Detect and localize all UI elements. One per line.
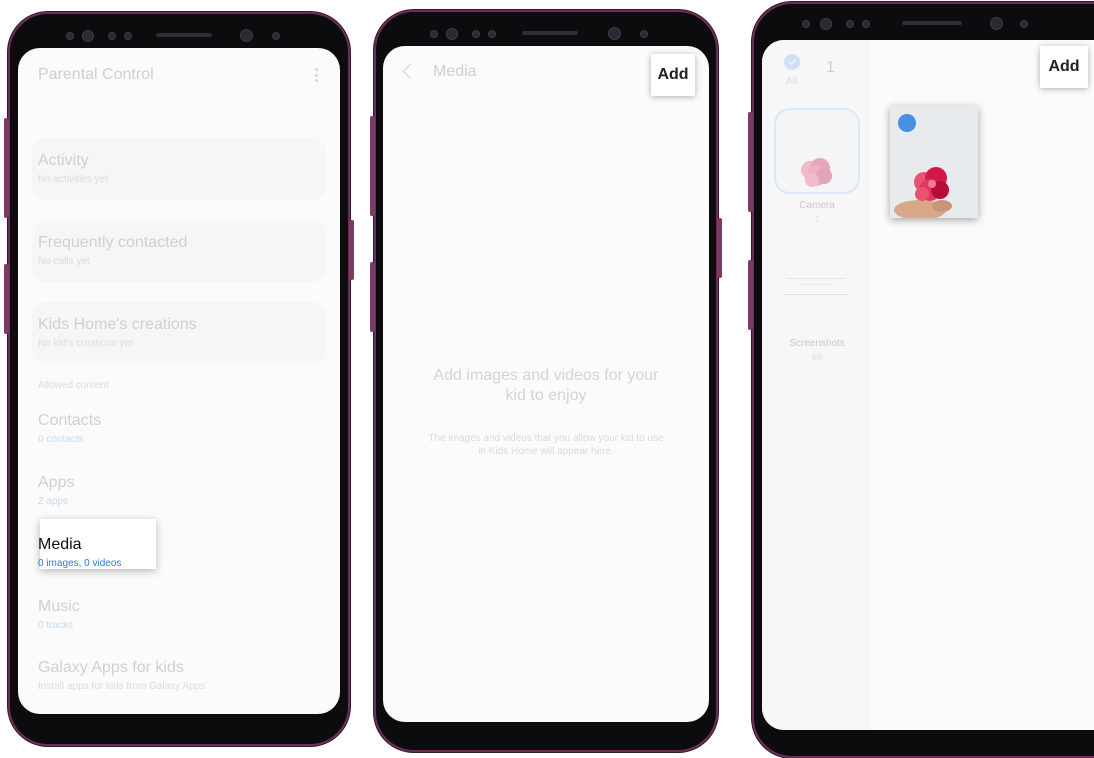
check-icon bbox=[788, 57, 796, 65]
sensor-icon bbox=[66, 32, 74, 40]
activity-subtitle: No activities yet bbox=[38, 174, 109, 185]
media-subtitle: 0 images, 0 videos bbox=[38, 558, 122, 569]
phone-album-picker: All 1 Add Camera 1 Screenshots 69 bbox=[748, 2, 1094, 758]
contacts-title: Contacts bbox=[38, 412, 102, 429]
side-button bbox=[349, 220, 354, 280]
screen: Media Add Add images and videos for your… bbox=[383, 46, 709, 722]
selected-indicator[interactable] bbox=[898, 114, 916, 132]
frequent-subtitle: No calls yet bbox=[38, 256, 90, 267]
side-button bbox=[717, 218, 722, 278]
activity-item[interactable]: Activity No activities yet bbox=[38, 152, 320, 185]
music-subtitle: 0 tracks bbox=[38, 620, 74, 631]
earpiece-speaker bbox=[522, 31, 578, 35]
flower-thumbnail bbox=[801, 158, 832, 187]
earpiece-speaker bbox=[902, 21, 962, 25]
sensor-icon bbox=[846, 20, 854, 28]
more-vertical-icon[interactable] bbox=[315, 68, 318, 82]
sensor-icon bbox=[446, 28, 458, 40]
frequently-contacted-item[interactable]: Frequently contacted No calls yet bbox=[38, 234, 320, 267]
album-count: 69 bbox=[811, 352, 822, 362]
sensor-icon bbox=[108, 32, 116, 40]
front-camera-icon bbox=[990, 17, 1003, 30]
empty-state-title: Add images and videos for your kid to en… bbox=[433, 367, 659, 404]
contacts-subtitle: 0 contacts bbox=[38, 434, 84, 445]
front-camera-icon bbox=[608, 27, 621, 40]
side-button bbox=[370, 262, 375, 332]
side-button bbox=[748, 260, 753, 330]
empty-state-subtitle: The images and videos that you allow you… bbox=[428, 433, 664, 457]
sensor-icon bbox=[640, 30, 648, 38]
allowed-content-header: Allowed content bbox=[38, 380, 109, 391]
album-camera[interactable] bbox=[774, 108, 860, 194]
phone-media-empty: Media Add Add images and videos for your… bbox=[370, 10, 722, 752]
front-camera-icon bbox=[240, 29, 253, 42]
creations-item[interactable]: Kids Home's creations No kid's creations… bbox=[38, 316, 320, 349]
side-button bbox=[4, 264, 9, 334]
activity-title: Activity bbox=[38, 152, 89, 169]
album-screenshots[interactable] bbox=[780, 264, 852, 314]
sensor-icon bbox=[862, 20, 870, 28]
apps-item[interactable]: Apps 2 apps bbox=[38, 474, 320, 507]
apps-subtitle: 2 apps bbox=[38, 496, 69, 507]
sensor-icon bbox=[472, 30, 480, 38]
sensor-icon bbox=[1020, 20, 1028, 28]
galaxy-subtitle: Install apps for kids from Galaxy Apps bbox=[38, 681, 206, 692]
side-button bbox=[370, 116, 375, 216]
sensor-icon bbox=[802, 20, 810, 28]
side-button bbox=[4, 118, 9, 218]
media-title: Media bbox=[38, 536, 82, 553]
sensor-icon bbox=[82, 30, 94, 42]
page-title: Media bbox=[433, 63, 477, 80]
select-all-checkbox[interactable] bbox=[784, 54, 800, 70]
frequent-title: Frequently contacted bbox=[38, 234, 188, 251]
earpiece-speaker bbox=[156, 33, 212, 37]
sensor-icon bbox=[430, 30, 438, 38]
screen: Parental Control Activity No activities … bbox=[18, 48, 340, 714]
add-button[interactable]: Add bbox=[1040, 46, 1088, 88]
album-count: 1 bbox=[814, 214, 820, 224]
album-name: Camera bbox=[799, 200, 835, 211]
apps-title: Apps bbox=[38, 474, 75, 491]
music-item[interactable]: Music 0 tracks bbox=[38, 598, 320, 631]
sensor-icon bbox=[124, 32, 132, 40]
screen: All 1 Add Camera 1 Screenshots 69 bbox=[762, 40, 1094, 730]
page-title: Parental Control bbox=[38, 66, 154, 83]
contacts-item[interactable]: Contacts 0 contacts bbox=[38, 412, 320, 445]
galaxy-apps-item[interactable]: Galaxy Apps for kids Install apps for ki… bbox=[38, 659, 320, 692]
sensor-icon bbox=[820, 18, 832, 30]
thumbnail-line bbox=[786, 278, 846, 279]
music-title: Music bbox=[38, 598, 80, 615]
phone-parental-control: Parental Control Activity No activities … bbox=[4, 12, 354, 746]
galaxy-title: Galaxy Apps for kids bbox=[38, 659, 184, 676]
media-item[interactable]: Media 0 images, 0 videos bbox=[38, 536, 320, 569]
sensor-icon bbox=[272, 32, 280, 40]
creations-subtitle: No kid's creations yet bbox=[38, 338, 133, 349]
photo-item[interactable] bbox=[890, 106, 978, 218]
creations-title: Kids Home's creations bbox=[38, 316, 197, 333]
selected-count: 1 bbox=[826, 59, 835, 76]
chevron-left-icon[interactable] bbox=[402, 63, 419, 80]
side-button bbox=[748, 112, 753, 212]
thumbnail-line bbox=[796, 284, 836, 285]
select-all-label: All bbox=[786, 76, 798, 87]
sensor-icon bbox=[488, 30, 496, 38]
thumbnail-line bbox=[784, 294, 848, 295]
add-button[interactable]: Add bbox=[651, 54, 695, 96]
album-name: Screenshots bbox=[789, 338, 845, 349]
